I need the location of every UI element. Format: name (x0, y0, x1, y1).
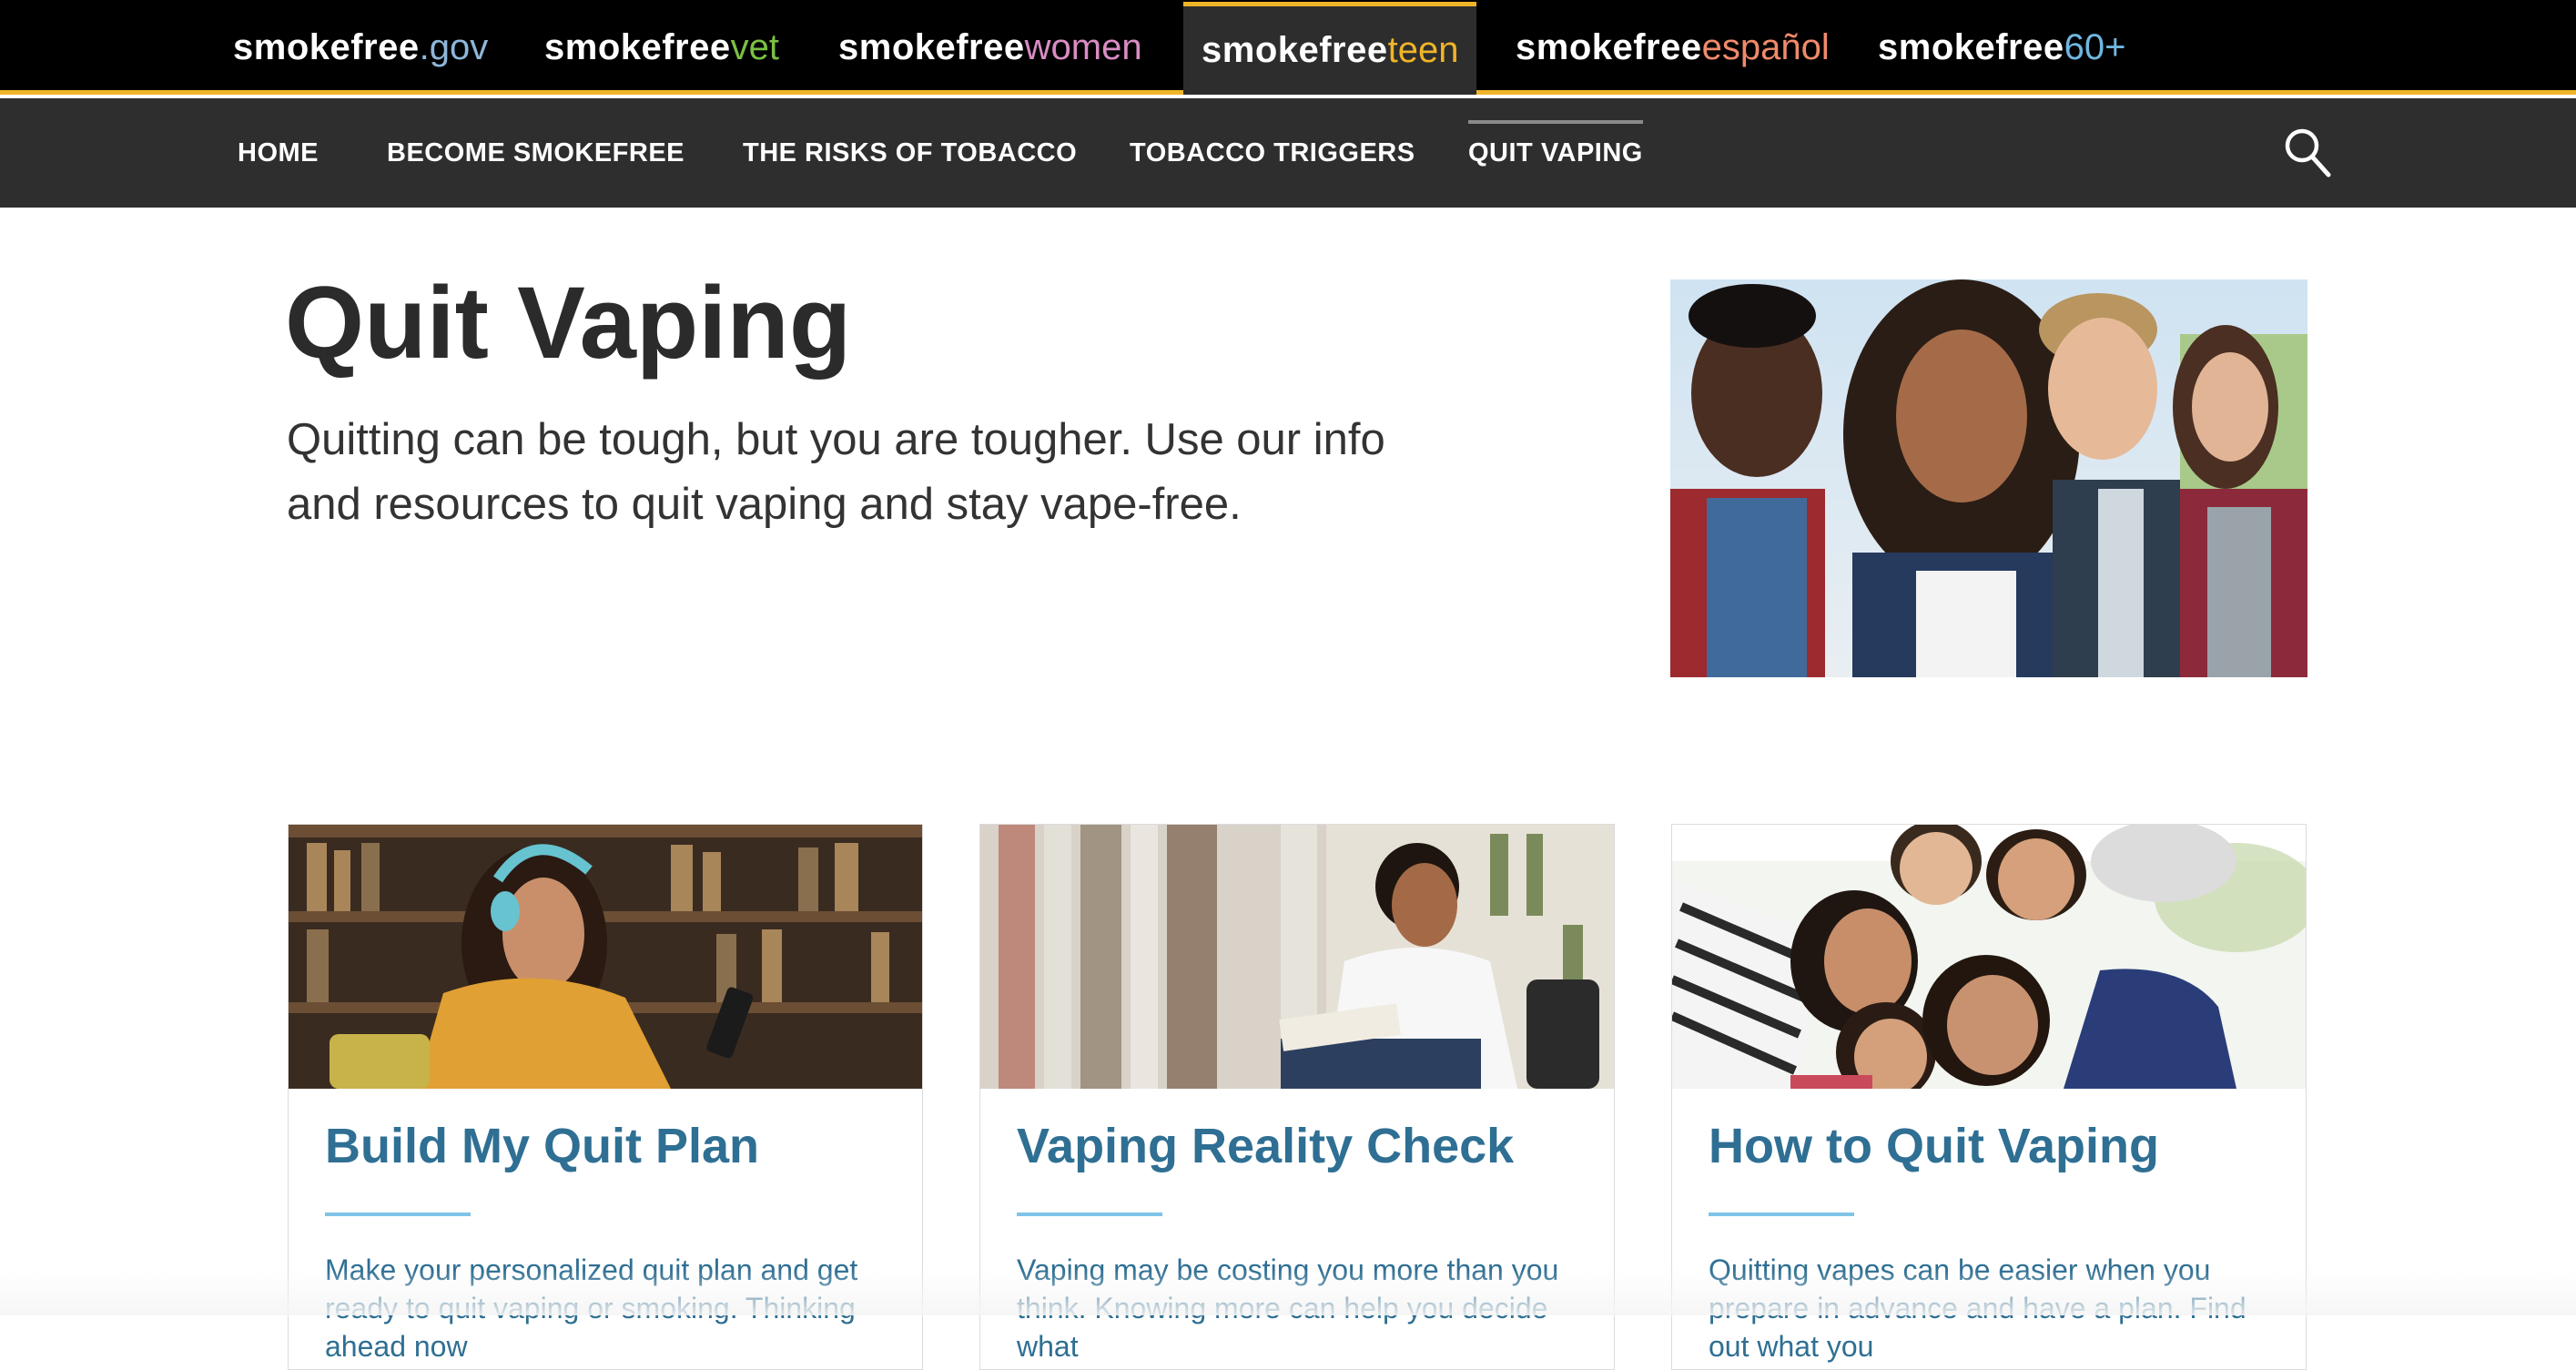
site-suffix: vet (730, 26, 779, 67)
card-divider (1017, 1213, 1162, 1216)
nav-item-home[interactable]: HOME (238, 98, 319, 208)
site-switcher-bar: smokefree .gov smokefree vet smokefree wome… (0, 0, 2576, 95)
site-brand: smokefree (544, 26, 731, 67)
card-divider (1709, 1213, 1854, 1216)
page-title: Quit Vaping (285, 266, 852, 380)
card-title[interactable]: Build My Quit Plan (325, 1118, 759, 1174)
nav-item-become-smokefree[interactable]: BECOME SMOKEFREE (387, 98, 685, 208)
card-photo-friends-huddle (1672, 825, 2306, 1089)
site-suffix: .gov (419, 26, 489, 67)
search-button[interactable] (2283, 127, 2332, 179)
site-link-smokefree-vet[interactable]: smokefree vet (544, 0, 779, 95)
site-brand: smokefree (233, 26, 420, 67)
card-photo-girl-studying (289, 825, 922, 1089)
site-brand: smokefree (1202, 30, 1388, 70)
nav-item-risks-of-tobacco[interactable]: THE RISKS OF TOBACCO (743, 98, 1077, 208)
main-navigation: HOME BECOME SMOKEFREE THE RISKS OF TOBAC… (0, 98, 2576, 208)
nav-item-tobacco-triggers[interactable]: TOBACCO TRIGGERS (1130, 98, 1415, 208)
site-link-smokefree-women[interactable]: smokefree women (838, 0, 1142, 95)
site-link-smokefree-teen[interactable]: smokefree teen (1183, 2, 1476, 95)
card-divider (325, 1213, 471, 1216)
bottom-fade (0, 1270, 2576, 1315)
site-brand: smokefree (1878, 26, 2064, 67)
site-link-smokefree-gov[interactable]: smokefree .gov (233, 0, 488, 95)
site-brand: smokefree (838, 26, 1025, 67)
card-photo-boy-in-library (980, 825, 1614, 1089)
site-suffix: women (1024, 26, 1142, 67)
card-title[interactable]: How to Quit Vaping (1709, 1118, 2159, 1174)
site-suffix: español (1701, 26, 1830, 67)
search-icon (2285, 128, 2331, 178)
hero-photo-teens-smiling (1670, 279, 2307, 677)
card-title[interactable]: Vaping Reality Check (1017, 1118, 1514, 1174)
site-suffix: teen (1387, 30, 1459, 70)
nav-item-quit-vaping[interactable]: QUIT VAPING (1468, 98, 1643, 208)
site-brand: smokefree (1516, 26, 1702, 67)
site-suffix: 60+ (2064, 26, 2126, 67)
site-link-smokefree-60-plus[interactable]: smokefree 60+ (1878, 0, 2125, 95)
page-intro: Quitting can be tough, but you are tough… (287, 415, 1385, 529)
site-link-smokefree-espanol[interactable]: smokefree español (1516, 0, 1830, 95)
